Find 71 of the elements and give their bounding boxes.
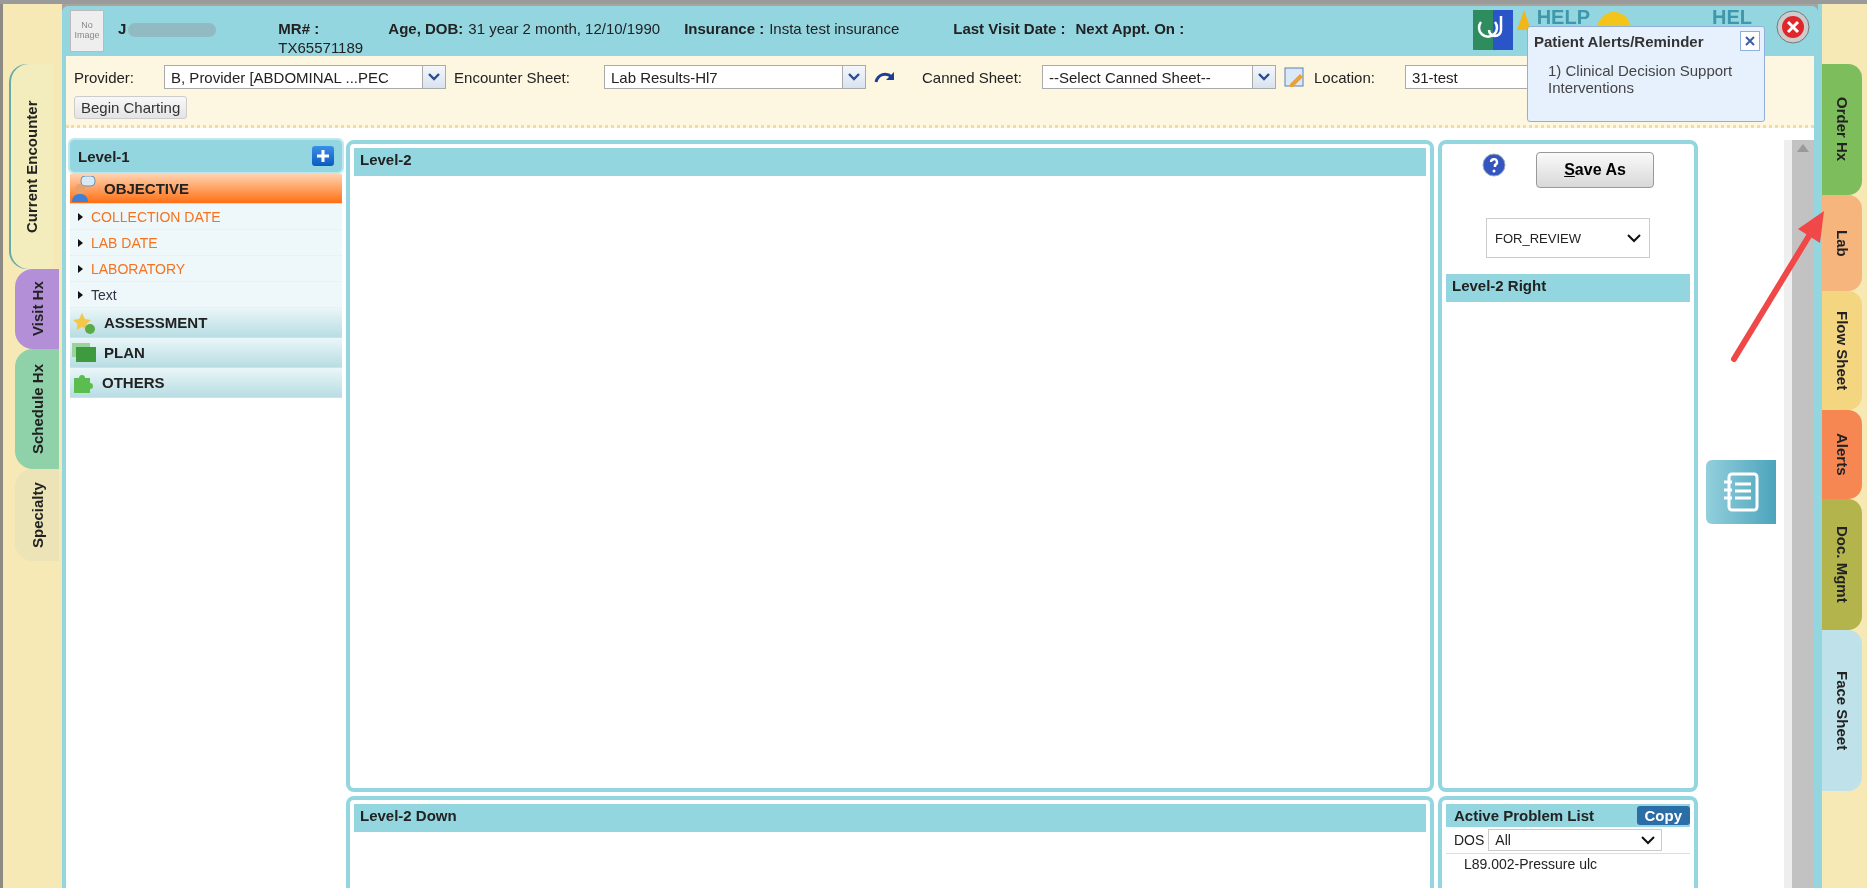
side-tab[interactable]: Specialty [15,469,59,561]
side-tab[interactable]: Visit Hx [15,269,59,349]
side-tab[interactable]: Doc. Mgmt [1822,499,1862,630]
notes-icon[interactable] [1706,460,1776,524]
panel-title: Level-2 [354,148,1426,176]
provider-label: Provider: [74,68,135,86]
side-tab[interactable]: Order Hx [1822,64,1862,195]
canned-sheet-label: Canned Sheet: [921,68,1023,86]
section-header[interactable]: PLAN [70,338,342,368]
section-header[interactable]: OTHERS [70,368,342,398]
caret-icon [847,73,860,81]
provider-select[interactable]: B, Provider [ABDOMINAL ...PEC [164,65,447,89]
dos-select[interactable]: All [1488,829,1662,851]
last-visit-label: Last Visit Date : [953,20,1066,37]
person-chat-icon [72,175,96,202]
triangle-icon [78,212,83,221]
section-title: OBJECTIVE [104,180,190,197]
patient-photo: No Image [70,10,104,52]
panel-title: Level-2 Down [354,804,1426,832]
scrollbar[interactable] [1784,140,1814,888]
triangle-icon [78,264,83,273]
section-header[interactable]: ASSESSMENT [70,308,342,338]
section-item[interactable]: Text [70,282,342,308]
encounter-sheet-label: Encounter Sheet: [454,68,570,86]
chevron-icon [1641,835,1655,845]
close-icon[interactable] [1740,31,1760,51]
side-tab[interactable]: Lab [1822,195,1862,291]
side-tab[interactable]: Flow Sheet [1822,291,1862,410]
encounter-sheet-select[interactable]: Lab Results-Hl7 [603,65,866,89]
screen-icon [72,342,96,363]
close-icon[interactable] [1776,10,1810,44]
copy-button[interactable]: Copy [1636,806,1690,825]
save-as-button[interactable]: Save As [1536,152,1654,188]
canned-sheet-select[interactable]: --Select Canned Sheet-- [1042,65,1277,89]
mr-value: TX65571189 [278,39,365,56]
side-tab[interactable]: Schedule Hx [15,349,59,469]
insurance-label: Insurance : [684,20,765,37]
triangle-icon [78,290,83,299]
dos-label: DOS [1454,832,1485,848]
item-label: LABORATORY [91,260,186,277]
side-tab[interactable]: Current Encounter [9,64,53,269]
section-title: PLAN [104,344,145,361]
section-header[interactable]: OBJECTIVE [70,174,342,204]
panel-title: Active Problem List [1454,807,1595,824]
insurance-value: Insta test insurance [769,20,900,37]
redo-icon[interactable] [873,70,896,84]
section-title: ASSESSMENT [104,314,208,331]
chevron-icon [1627,233,1641,243]
section-title: OTHERS [102,374,165,391]
caret-icon [1258,73,1271,81]
problem-item[interactable]: L89.002-Pressure ulc [1446,856,1690,872]
side-tab[interactable]: Alerts [1822,410,1862,499]
mr-label: MR# : [278,20,321,37]
item-label: Text [91,286,117,303]
popup-title: Patient Alerts/Reminder [1534,33,1705,50]
add-icon[interactable] [312,146,334,166]
location-label: Location: [1314,68,1375,86]
begin-charting-button[interactable]: Begin Charting [74,96,188,119]
status-select[interactable]: FOR_REVIEW [1486,218,1650,258]
side-tab[interactable]: Face Sheet [1822,630,1862,791]
item-label: COLLECTION DATE [91,208,221,225]
help-icon[interactable] [1482,153,1506,177]
patient-name: J [118,20,127,37]
panel-title: Level-1 [78,147,130,165]
age-dob-value: 31 year 2 month, 12/10/1990 [468,20,661,37]
caret-icon [428,73,441,81]
next-appt-label: Next Appt. On : [1075,20,1185,37]
panel-title: Level-2 Right [1446,274,1690,302]
item-label: LAB DATE [91,234,158,251]
age-dob-label: Age, DOB: [388,20,464,37]
triangle-icon [78,238,83,247]
